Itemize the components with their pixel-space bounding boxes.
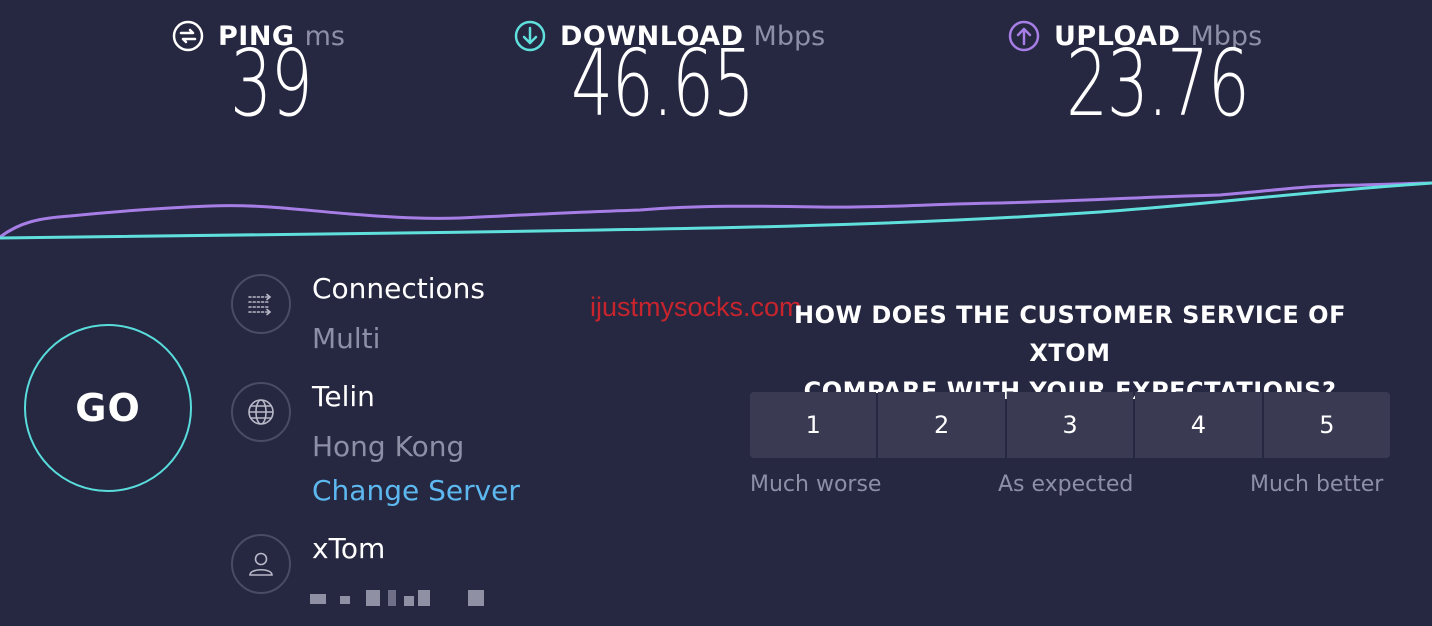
- download-value: 46.65: [571, 30, 755, 137]
- rating-buttons: 1 2 3 4 5: [750, 392, 1391, 458]
- upload-icon: [1008, 20, 1040, 52]
- go-button[interactable]: GO: [24, 324, 192, 492]
- download-unit: Mbps: [753, 20, 826, 52]
- server-location: Hong Kong: [312, 430, 465, 463]
- rating-button-3[interactable]: 3: [1006, 392, 1134, 458]
- speed-graph: [0, 181, 1432, 240]
- change-server-link[interactable]: Change Server: [312, 474, 520, 507]
- connections-icon: [231, 274, 291, 334]
- connections-title: Connections: [312, 272, 486, 305]
- download-icon: [514, 20, 546, 52]
- rating-button-4[interactable]: 4: [1135, 392, 1262, 458]
- redacted-ip: [310, 590, 490, 606]
- user-icon: [231, 534, 291, 594]
- upload-value: 23.76: [1066, 30, 1250, 137]
- rating-button-1[interactable]: 1: [750, 392, 877, 458]
- ping-icon: [172, 20, 204, 52]
- scale-label-mid: As expected: [998, 472, 1134, 497]
- provider-name: xTom: [312, 532, 386, 565]
- rating-button-2[interactable]: 2: [878, 392, 1005, 458]
- globe-icon: [231, 382, 291, 442]
- scale-label-high: Much better: [1250, 472, 1384, 497]
- survey-question-line1: HOW DOES THE CUSTOMER SERVICE OF XTOM: [794, 301, 1346, 367]
- scale-label-low: Much worse: [750, 472, 882, 497]
- server-name: Telin: [312, 380, 375, 413]
- connections-value[interactable]: Multi: [312, 322, 380, 355]
- download-speed-line: [0, 181, 1432, 240]
- rating-button-5[interactable]: 5: [1263, 392, 1391, 458]
- ping-value: 39: [230, 30, 313, 137]
